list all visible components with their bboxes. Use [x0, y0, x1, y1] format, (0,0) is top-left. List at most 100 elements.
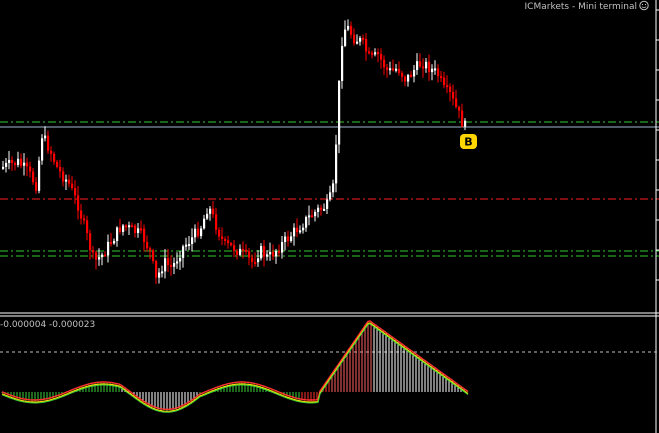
candle: [74, 180, 77, 205]
window-title: ICMarkets - Mini terminal: [525, 2, 637, 12]
candle: [425, 58, 428, 73]
candle: [92, 245, 95, 259]
candle: [389, 61, 392, 75]
candle: [275, 248, 278, 264]
candle: [383, 55, 386, 75]
candle: [137, 223, 140, 238]
candle: [134, 223, 137, 238]
candle: [50, 146, 53, 162]
candle: [395, 63, 398, 73]
candle: [56, 160, 59, 169]
candle: [182, 244, 185, 268]
candle: [167, 249, 170, 273]
candle: [365, 33, 368, 61]
candle: [155, 259, 158, 285]
candle: [455, 89, 458, 109]
candle: [263, 239, 266, 267]
candle: [299, 225, 302, 234]
candle: [122, 223, 125, 236]
candle: [149, 246, 152, 260]
candle: [143, 224, 146, 252]
candle: [359, 35, 362, 46]
candle: [281, 236, 284, 259]
candle: [392, 59, 395, 72]
candle: [185, 237, 188, 251]
candle: [287, 230, 290, 247]
candle: [110, 233, 113, 247]
candle: [11, 156, 14, 171]
candle: [254, 252, 257, 267]
price-chart[interactable]: B ICMarkets - Mini terminal -0.000004 -0…: [0, 0, 659, 433]
candle: [416, 53, 419, 75]
candle: [362, 34, 365, 45]
candle: [2, 160, 5, 171]
candle: [248, 248, 251, 266]
candle: [428, 54, 431, 81]
candle: [176, 252, 179, 269]
candle: [224, 236, 227, 246]
candle: [371, 50, 374, 59]
candle: [197, 221, 200, 239]
candle: [164, 249, 167, 279]
buy-marker-icon[interactable]: B: [460, 134, 477, 149]
candle: [44, 126, 47, 142]
candle: [212, 201, 215, 219]
candle: [83, 214, 86, 225]
candle: [347, 19, 350, 32]
candle: [17, 151, 20, 168]
candle: [95, 250, 98, 270]
candle: [209, 206, 212, 221]
candle: [305, 215, 308, 232]
candle: [380, 48, 383, 69]
candle: [320, 204, 323, 216]
candle: [32, 167, 35, 185]
candle: [239, 244, 242, 257]
candle: [173, 257, 176, 275]
candle: [188, 235, 191, 251]
candle: [233, 239, 236, 257]
candle: [296, 218, 299, 238]
candle: [326, 194, 329, 215]
candle: [215, 207, 218, 235]
candle: [200, 225, 203, 239]
candle: [113, 238, 116, 245]
candle: [125, 223, 128, 232]
candle: [131, 222, 134, 228]
buy-marker-label: B: [464, 136, 472, 149]
candle: [146, 235, 149, 252]
candle: [218, 227, 221, 241]
candle: [422, 58, 425, 78]
candle: [158, 268, 161, 284]
candle: [314, 209, 317, 222]
candle: [446, 75, 449, 94]
candle: [152, 248, 155, 264]
candle: [452, 84, 455, 106]
candle: [161, 265, 164, 278]
candle: [230, 241, 233, 247]
candle: [269, 242, 272, 261]
candle: [59, 159, 62, 179]
candle: [461, 103, 464, 128]
candle: [35, 177, 38, 194]
candle: [377, 48, 380, 63]
oscillator-values-label: -0.000004 -0.000023: [0, 320, 95, 330]
candle: [308, 205, 311, 226]
candle: [335, 134, 338, 193]
candle: [29, 161, 32, 178]
candle: [368, 47, 371, 55]
candle: [293, 223, 296, 246]
candle: [89, 229, 92, 260]
candle: [332, 179, 335, 198]
candle: [443, 71, 446, 89]
candle: [191, 228, 194, 252]
candle: [194, 224, 197, 243]
candle: [341, 37, 344, 89]
candle: [356, 34, 359, 45]
candle: [68, 174, 71, 188]
candle: [344, 20, 347, 48]
candle: [221, 227, 224, 246]
candle: [431, 64, 434, 81]
candle: [449, 83, 452, 102]
candle: [203, 214, 206, 230]
candle: [107, 234, 110, 263]
